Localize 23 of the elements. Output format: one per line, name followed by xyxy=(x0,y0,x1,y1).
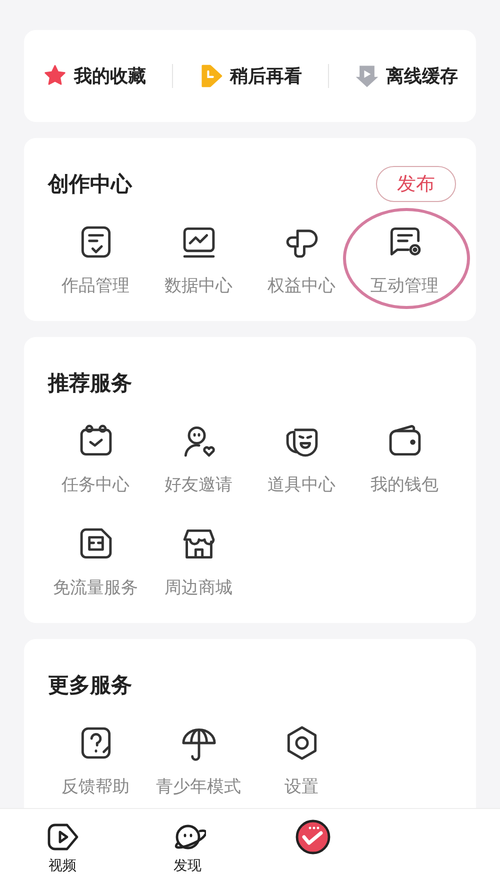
service-label[interactable]: 设置 xyxy=(284,775,318,798)
quick-link[interactable]: 我的收藏 xyxy=(74,64,146,88)
service-label[interactable]: 青少年模式 xyxy=(156,775,241,798)
service-label[interactable]: 周边商城 xyxy=(164,576,232,599)
service-label[interactable]: 免流量服务 xyxy=(53,576,138,599)
service-label[interactable]: 任务中心 xyxy=(62,473,130,496)
service-label[interactable]: 道具中心 xyxy=(268,473,336,496)
section-title: 创作中心 xyxy=(46,171,132,198)
service-label[interactable]: 反馈帮助 xyxy=(62,775,130,798)
service-label[interactable]: 好友邀请 xyxy=(164,473,232,496)
tab-label[interactable]: 发现 xyxy=(174,857,202,875)
publish-button[interactable]: 发布 xyxy=(376,166,456,202)
tab-label[interactable]: 视频 xyxy=(48,857,76,875)
download-icon xyxy=(354,63,380,89)
service-label[interactable]: 权益中心 xyxy=(268,274,336,297)
quick-link[interactable]: 离线缓存 xyxy=(386,64,458,88)
service-label[interactable]: 互动管理 xyxy=(370,274,438,297)
quick-link[interactable]: 稍后再看 xyxy=(230,64,302,88)
service-label[interactable]: 我的钱包 xyxy=(370,473,438,496)
service-label[interactable]: 数据中心 xyxy=(164,274,232,297)
section-title: 推荐服务 xyxy=(46,370,132,397)
section-title: 更多服务 xyxy=(47,672,132,699)
service-label[interactable]: 作品管理 xyxy=(62,274,130,297)
